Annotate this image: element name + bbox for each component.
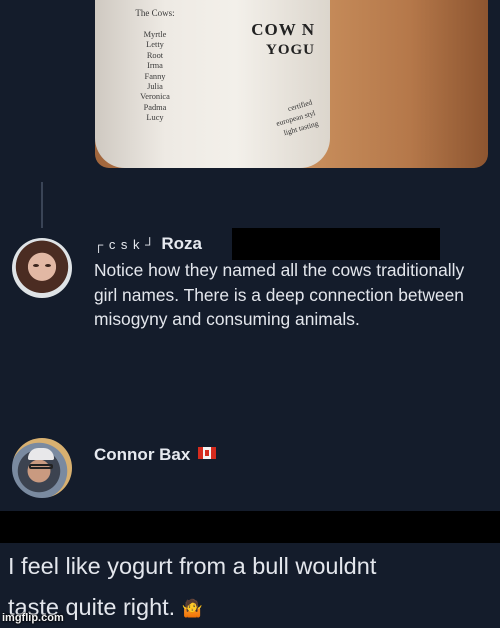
yogurt-brand: COW N YOGU (225, 20, 315, 59)
cow-list-heading: The Cows: (135, 8, 175, 18)
cow-name: Irma (147, 61, 163, 71)
cow-name: Root (146, 50, 164, 60)
cow-name: Veronica (140, 92, 170, 102)
user-tag: ┌ c s k ┘ (94, 237, 156, 252)
avatar-connor[interactable] (12, 438, 72, 498)
tweet1-text: Notice how they named all the cows tradi… (94, 260, 465, 330)
user-name: Connor Bax (94, 445, 191, 464)
person-shrugging-icon: 🤷 (181, 599, 203, 618)
avatar-eye (33, 264, 39, 267)
redaction-bar (0, 511, 500, 543)
watermark: imgflip.com (2, 612, 64, 624)
reply-line: I feel like yogurt from a bull wouldnt (8, 553, 377, 579)
reply-line-2: taste quite right. 🤷 (8, 587, 498, 628)
tweet1-author[interactable]: ┌ c s k ┘ Roza (94, 234, 202, 254)
cow-name-list: The Cows: Myrtle Letty Root Irma Fanny J… (125, 8, 185, 124)
brand-line: COW N (251, 20, 315, 39)
user-name: Roza (161, 234, 202, 253)
cow-name: Julia (147, 82, 163, 92)
avatar-glasses (29, 464, 53, 469)
tweet2-author[interactable]: Connor Bax (94, 445, 217, 465)
thread-line (41, 182, 43, 228)
cow-name: Padma (143, 102, 167, 112)
avatar-eye (45, 264, 51, 267)
cow-name: Myrtle (143, 30, 167, 39)
avatar-roza[interactable] (12, 238, 72, 298)
avatar-cap (28, 448, 54, 460)
tweet2-reply: I feel like yogurt from a bull wouldnt t… (8, 546, 498, 628)
brand-line: YOGU (266, 42, 315, 58)
cow-name: Fanny (144, 71, 166, 81)
redaction-bar (232, 228, 440, 260)
canada-flag-icon (198, 447, 217, 459)
cow-name: Letty (146, 40, 164, 50)
cow-name: Lucy (146, 113, 164, 123)
